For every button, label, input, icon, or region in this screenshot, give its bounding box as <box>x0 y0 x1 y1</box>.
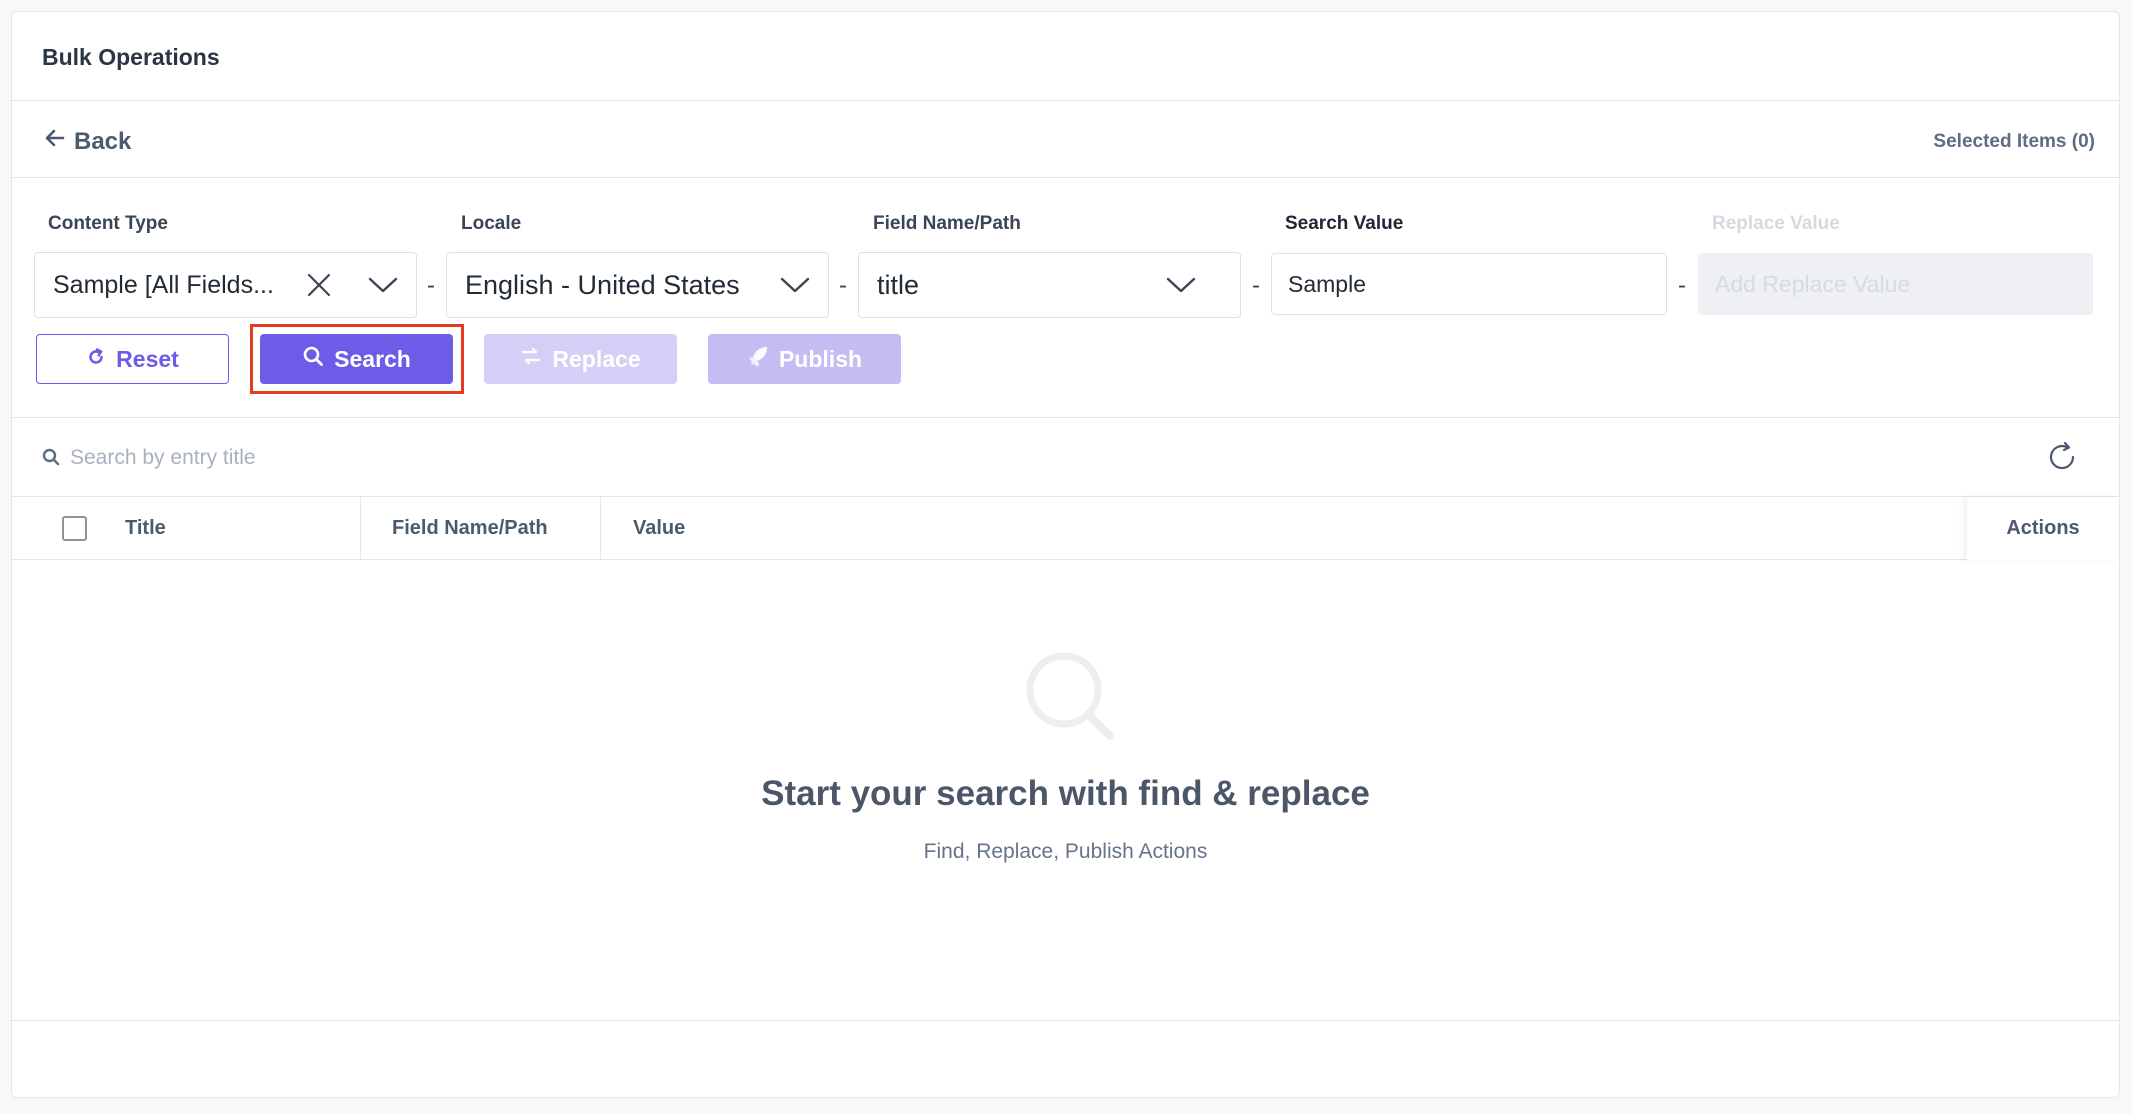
page-title: Bulk Operations <box>42 44 220 70</box>
select-all-checkbox[interactable] <box>62 516 87 541</box>
replace-icon <box>520 345 542 373</box>
chevron-down-icon[interactable] <box>1166 276 1196 294</box>
replace-value-label: Replace Value <box>1712 213 1840 234</box>
filter-section: Content Type Locale Field Name/Path Sear… <box>12 178 2119 418</box>
search-icon <box>42 448 60 471</box>
locale-value: English - United States <box>465 269 740 300</box>
search-value-label: Search Value <box>1285 213 1404 234</box>
empty-state-title: Start your search with find & replace <box>761 774 1370 813</box>
content-type-select[interactable]: Sample [All Fields... <box>34 252 417 318</box>
nav-bar: Back Selected Items (0) <box>12 101 2119 178</box>
content-type-value: Sample [All Fields... <box>53 270 274 299</box>
refresh-icon[interactable] <box>2045 440 2079 479</box>
empty-state-subtitle: Find, Replace, Publish Actions <box>923 840 1208 863</box>
field-name-value: title <box>877 269 920 300</box>
column-value[interactable]: Value <box>633 497 685 560</box>
content-type-label: Content Type <box>48 213 168 234</box>
chevron-down-icon[interactable] <box>368 276 398 294</box>
arrow-left-icon <box>44 127 66 156</box>
rocket-icon <box>747 345 769 373</box>
table-header: Title Field Name/Path Value Actions <box>12 497 2119 560</box>
chevron-down-icon[interactable] <box>780 276 810 294</box>
column-field-name[interactable]: Field Name/Path <box>392 497 548 560</box>
column-title[interactable]: Title <box>125 497 166 560</box>
separator: - <box>1678 272 1686 299</box>
search-value-input[interactable]: Sample <box>1271 253 1667 315</box>
field-name-label: Field Name/Path <box>873 213 1021 234</box>
separator: - <box>1252 272 1260 299</box>
field-name-select[interactable]: title <box>858 252 1241 318</box>
back-label: Back <box>74 127 132 155</box>
page-header: Bulk Operations <box>12 12 2119 101</box>
bulk-operations-panel: Bulk Operations Back Selected Items (0) … <box>11 11 2120 1098</box>
replace-button[interactable]: Replace <box>484 334 677 384</box>
empty-state: Start your search with find & replace Fi… <box>12 560 2119 1021</box>
clear-icon[interactable] <box>306 272 332 298</box>
search-icon <box>302 345 324 373</box>
entry-search-bar <box>12 418 2119 497</box>
locale-label: Locale <box>461 213 522 234</box>
replace-label: Replace <box>552 345 641 372</box>
reset-icon <box>86 346 106 373</box>
separator: - <box>427 272 435 299</box>
search-button[interactable]: Search <box>260 334 453 384</box>
separator: - <box>839 272 847 299</box>
column-divider <box>600 497 601 560</box>
publish-label: Publish <box>778 345 863 372</box>
search-label: Search <box>334 345 411 372</box>
publish-button[interactable]: Publish <box>708 334 901 384</box>
search-icon <box>1022 648 1122 753</box>
back-button[interactable]: Back <box>44 127 131 156</box>
column-divider <box>360 497 361 560</box>
locale-select[interactable]: English - United States <box>446 252 829 318</box>
reset-label: Reset <box>116 345 179 372</box>
selected-items-count: Selected Items (0) <box>1933 131 2095 152</box>
reset-button[interactable]: Reset <box>36 334 229 384</box>
entry-search-input[interactable] <box>70 442 670 474</box>
replace-value-input[interactable]: Add Replace Value <box>1698 253 2093 315</box>
column-actions: Actions <box>1967 497 2119 560</box>
